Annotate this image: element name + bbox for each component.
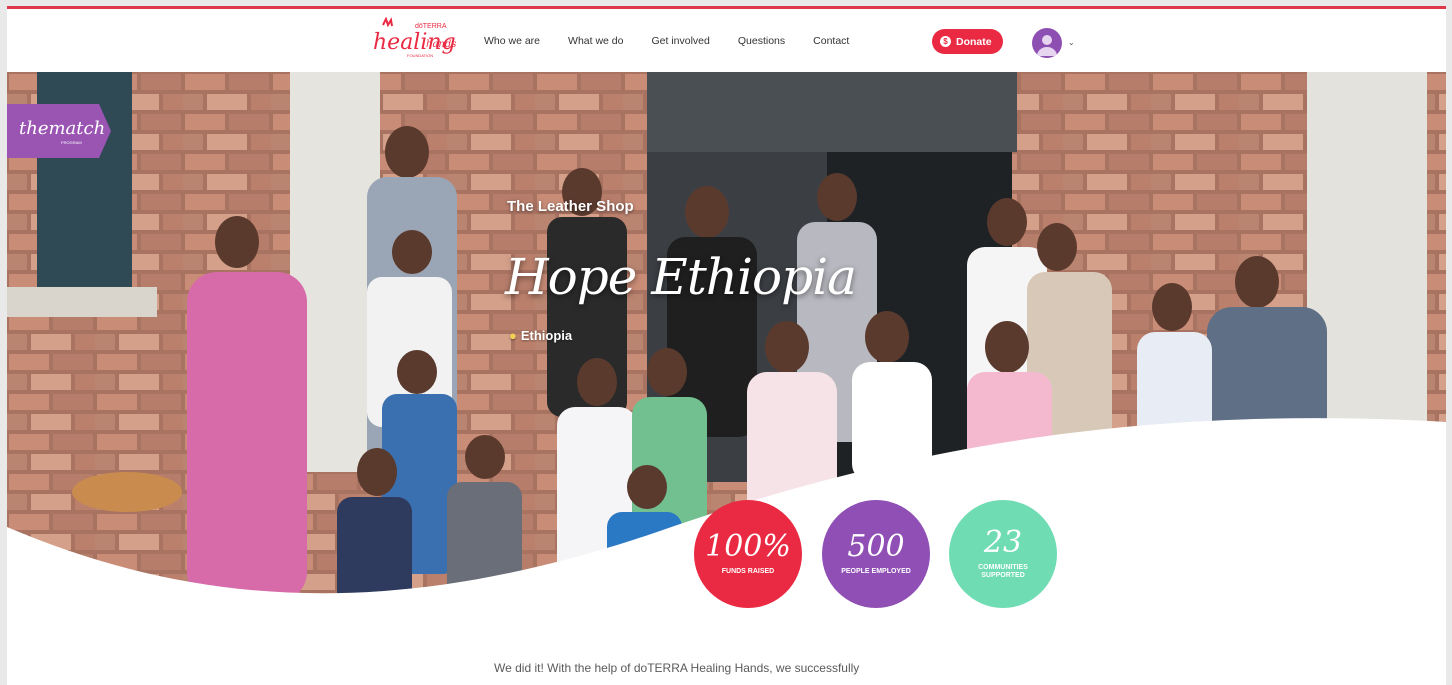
avatar[interactable]: [1032, 28, 1062, 58]
user-icon: [1037, 35, 1057, 56]
page: dōTERRA healing hands FOUNDATION Who we …: [7, 6, 1446, 685]
stat-value: 23: [983, 524, 1023, 560]
logo-tag-text: FOUNDATION: [407, 53, 433, 58]
stat-value: 500: [847, 528, 905, 564]
site-header: dōTERRA healing hands FOUNDATION Who we …: [7, 9, 1446, 72]
logo-sub-text: hands: [426, 39, 456, 50]
hero-title: Hope Ethiopia: [505, 248, 857, 306]
donate-label: Donate: [956, 35, 992, 48]
stat-communities-supported: 23 COMMUNITIES SUPPORTED: [949, 500, 1057, 608]
nav-questions[interactable]: Questions: [738, 35, 785, 47]
stat-label: PEOPLE EMPLOYED: [841, 567, 911, 575]
the-match-badge[interactable]: thematch PROGRAM: [7, 104, 111, 158]
stat-value: 100%: [705, 528, 791, 564]
stat-label: FUNDS RAISED: [721, 567, 775, 575]
dollar-icon: $: [940, 36, 951, 47]
stat-label: COMMUNITIES SUPPORTED: [978, 563, 1028, 579]
intro-paragraph: We did it! With the help of doTERRA Heal…: [494, 661, 860, 675]
main-nav: Who we are What we do Get involved Quest…: [484, 9, 877, 72]
nav-what-we-do[interactable]: What we do: [568, 35, 623, 47]
healing-hands-logo[interactable]: dōTERRA healing hands FOUNDATION: [371, 17, 461, 67]
badge-label: thematch: [19, 118, 105, 139]
nav-get-involved[interactable]: Get involved: [651, 35, 709, 47]
logo-small-text: dōTERRA: [415, 23, 447, 30]
hero-location: ● Ethiopia: [509, 328, 572, 343]
nav-contact[interactable]: Contact: [813, 35, 849, 47]
map-pin-icon: ●: [509, 328, 517, 343]
nav-who-we-are[interactable]: Who we are: [484, 35, 540, 47]
location-text: Ethiopia: [520, 328, 573, 343]
stat-funds-raised: 100% FUNDS RAISED: [694, 500, 802, 608]
stat-people-employed: 500 PEOPLE EMPLOYED: [822, 500, 930, 608]
chevron-down-icon[interactable]: ⌄: [1068, 38, 1075, 47]
the-match-ribbon-icon: thematch PROGRAM: [7, 104, 111, 158]
badge-sub: PROGRAM: [61, 140, 82, 145]
donate-button[interactable]: $ Donate: [932, 29, 1003, 54]
hero-subtitle: The Leather Shop: [507, 198, 634, 215]
